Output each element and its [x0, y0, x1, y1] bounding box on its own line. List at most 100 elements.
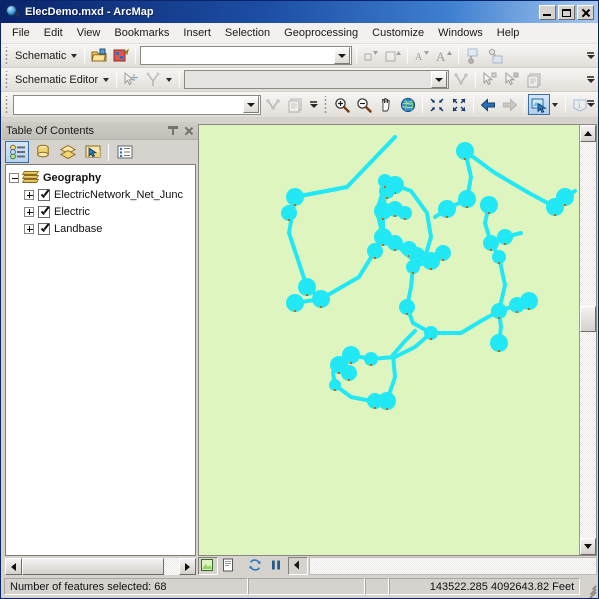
toc-tree[interactable]: Geography ElectricNetwork_Net_Junc Elect… [5, 164, 196, 556]
menu-help[interactable]: Help [490, 24, 527, 42]
schematic-combo-dropdown[interactable] [334, 47, 351, 64]
toc-layer-landbase[interactable]: Landbase [6, 220, 195, 237]
toc-layer-electric[interactable]: Electric [6, 203, 195, 220]
schematic-attributes-icon[interactable] [523, 69, 545, 90]
expand-expander-icon[interactable] [24, 189, 34, 200]
map-junction-node[interactable] [312, 290, 330, 308]
data-view-icon[interactable] [198, 557, 218, 575]
menu-insert[interactable]: Insert [176, 24, 218, 42]
minimize-button[interactable] [539, 4, 556, 20]
pan-icon[interactable] [375, 94, 397, 115]
toc-close-icon[interactable] [182, 124, 196, 138]
expand-expander-icon[interactable] [24, 223, 34, 234]
go-back-extent-icon[interactable] [477, 94, 499, 115]
map-vertical-scrollbar[interactable] [579, 125, 596, 555]
chevron-down-icon[interactable] [552, 102, 558, 107]
scroll-track[interactable] [580, 142, 596, 538]
tools-combo-dropdown[interactable] [243, 96, 259, 113]
map-junction-node[interactable] [399, 299, 415, 315]
go-next-extent-icon[interactable] [499, 94, 521, 115]
menu-selection[interactable]: Selection [218, 24, 277, 42]
schematic-node-tool-icon[interactable] [142, 69, 164, 90]
map-junction-node[interactable] [456, 142, 474, 160]
map-junction-node[interactable] [435, 245, 451, 261]
list-by-source-icon[interactable] [30, 141, 54, 163]
toc-layer-electricnetwork-net-junc[interactable]: ElectricNetwork_Net_Junc [6, 186, 195, 203]
scroll-thumb[interactable] [580, 306, 596, 332]
map-junction-node[interactable] [364, 352, 378, 366]
auto-hide-pin-icon[interactable] [166, 124, 180, 138]
map-junction-node[interactable] [458, 190, 476, 208]
enlarge-font-size-icon[interactable]: A [433, 45, 455, 66]
map-junction-node[interactable] [492, 250, 506, 264]
expand-expander-icon[interactable] [24, 206, 34, 217]
map-junction-node[interactable] [406, 260, 420, 274]
chevron-down-icon[interactable] [71, 53, 78, 58]
map-junction-node[interactable] [438, 200, 456, 218]
map-junction-node[interactable] [398, 206, 412, 220]
toc-horizontal-scrollbar[interactable] [5, 558, 196, 575]
pause-drawing-icon[interactable] [267, 557, 287, 575]
list-by-drawing-order-icon[interactable] [5, 141, 29, 163]
toolbar-grip[interactable] [3, 46, 10, 65]
schematic-editor-menu-label[interactable]: Schematic Editor [12, 74, 101, 86]
toolbar-overflow-button[interactable] [585, 94, 596, 113]
toolbar-overflow-button[interactable] [585, 46, 596, 65]
map-junction-node[interactable] [298, 278, 316, 296]
schematic-editor-combo-dropdown[interactable] [431, 71, 448, 88]
scroll-thumb[interactable] [22, 558, 164, 575]
scroll-up-button[interactable] [580, 125, 596, 142]
reduce-symbol-size-icon[interactable] [360, 45, 382, 66]
map-junction-node[interactable] [367, 393, 383, 409]
tools-combo[interactable] [13, 94, 261, 115]
scroll-track[interactable] [22, 558, 179, 575]
fixed-zoom-out-icon[interactable] [426, 94, 448, 115]
chevron-down-icon[interactable] [103, 77, 110, 82]
toc-group-geography[interactable]: Geography [6, 169, 195, 186]
map-junction-node[interactable] [491, 303, 507, 319]
scroll-right-button[interactable] [179, 558, 196, 575]
map-junction-node[interactable] [281, 205, 297, 221]
menu-windows[interactable]: Windows [431, 24, 490, 42]
toolbar-overflow-button[interactable] [308, 95, 319, 114]
schematic-attributes2-icon[interactable] [284, 94, 306, 115]
menu-customize[interactable]: Customize [365, 24, 431, 42]
schematic-select-icon[interactable] [450, 69, 472, 90]
map-junction-node[interactable] [378, 174, 392, 188]
schematic-editor-combo[interactable] [184, 70, 450, 89]
chevron-down-icon[interactable] [166, 77, 173, 82]
schematic-trace-downstream-icon[interactable] [462, 45, 484, 66]
layer-visibility-checkbox[interactable] [38, 222, 50, 235]
layer-visibility-checkbox[interactable] [38, 188, 50, 201]
open-schematic-folder-icon[interactable] [88, 45, 110, 66]
menu-geoprocessing[interactable]: Geoprocessing [277, 24, 365, 42]
scroll-down-button[interactable] [580, 538, 596, 555]
map-junction-node[interactable] [497, 229, 513, 245]
menu-edit[interactable]: Edit [37, 24, 70, 42]
move-schematic-feature-icon[interactable] [120, 69, 142, 90]
full-extent-icon[interactable] [397, 94, 419, 115]
scroll-left-button[interactable] [5, 558, 22, 575]
fixed-zoom-in-icon[interactable] [448, 94, 470, 115]
zoom-out-icon[interactable] [353, 94, 375, 115]
map-junction-node[interactable] [286, 188, 304, 206]
map-junction-node[interactable] [556, 188, 574, 206]
menu-view[interactable]: View [70, 24, 108, 42]
list-by-selection-icon[interactable] [80, 141, 104, 163]
map-junction-node[interactable] [424, 326, 438, 340]
schematic-network-icon[interactable] [262, 94, 284, 115]
schematic-combo[interactable] [140, 46, 353, 65]
layout-view-icon[interactable] [219, 557, 239, 575]
select-features-icon[interactable] [528, 94, 550, 115]
schematic-select-related-icon[interactable] [479, 69, 501, 90]
toolbar-grip[interactable] [322, 95, 329, 114]
map-junction-node[interactable] [387, 235, 403, 251]
map-junction-node[interactable] [490, 334, 508, 352]
collapse-expander-icon[interactable] [9, 172, 19, 183]
refresh-view-icon[interactable] [246, 557, 266, 575]
new-schematic-diagram-icon[interactable] [110, 45, 132, 66]
map-junction-node[interactable] [520, 292, 538, 310]
enlarge-symbol-size-icon[interactable] [382, 45, 404, 66]
close-button[interactable] [577, 4, 594, 20]
map-junction-node[interactable] [341, 365, 357, 381]
